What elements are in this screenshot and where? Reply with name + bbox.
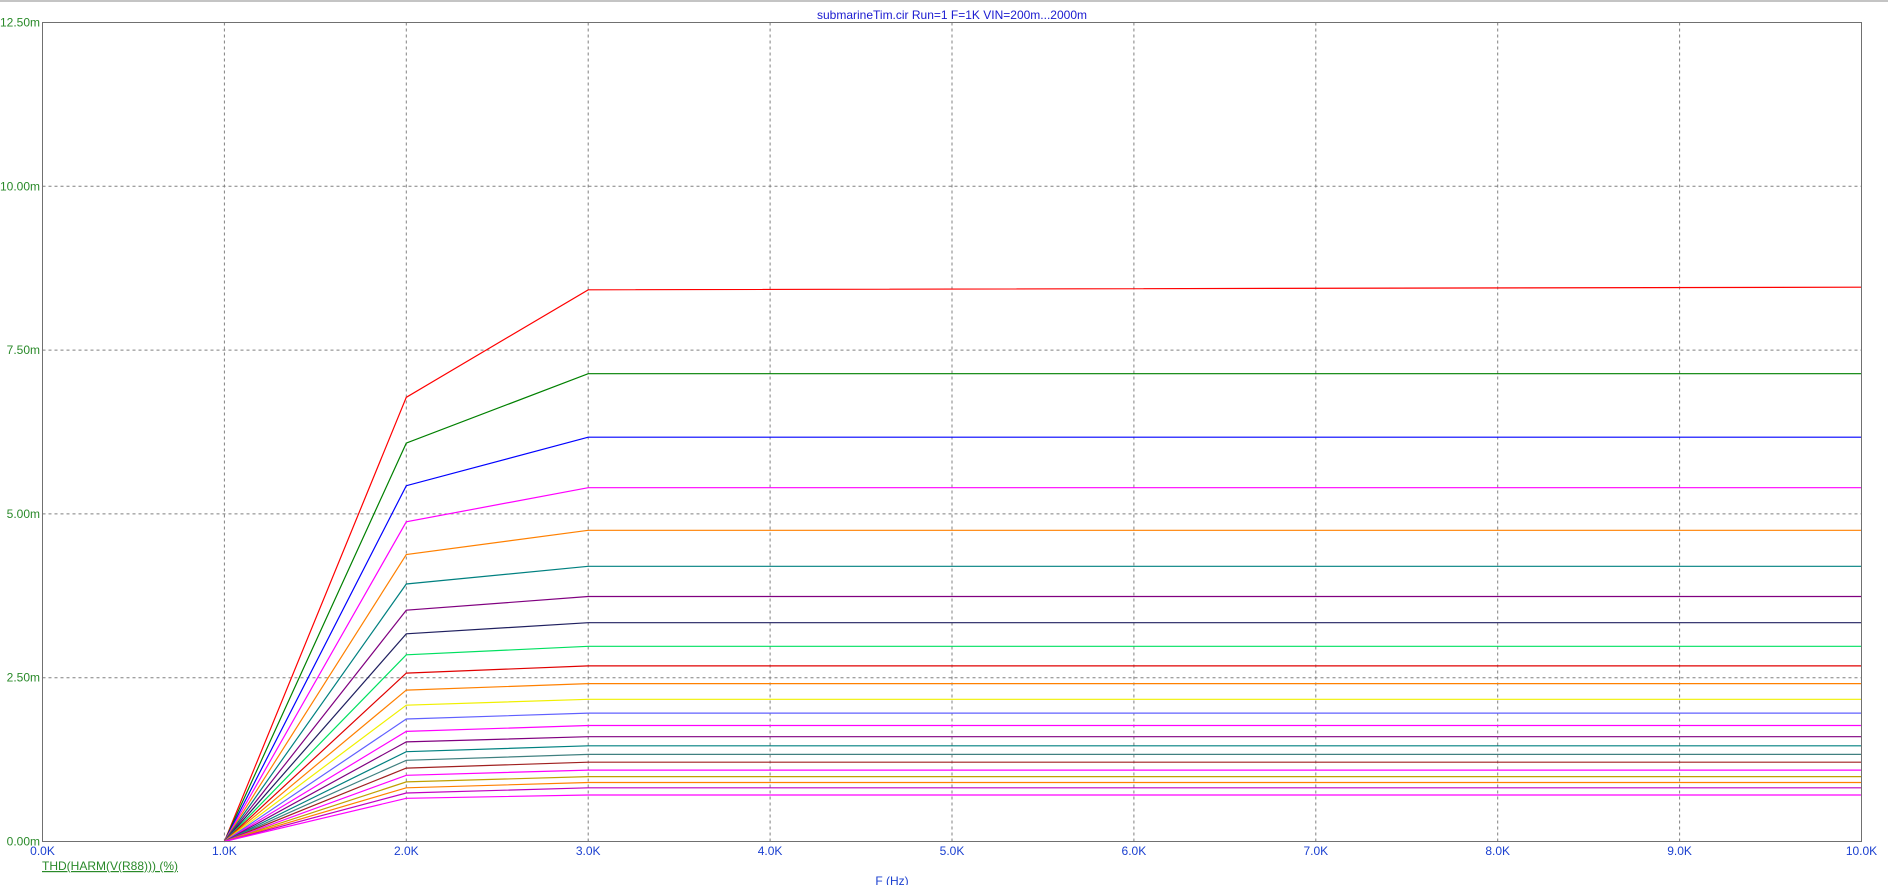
- plot-background: [0, 0, 1888, 885]
- x-tick-label: 5.0K: [940, 844, 965, 858]
- x-tick-label: 0.0K: [30, 844, 55, 858]
- y-tick-label: 5.00m: [7, 507, 40, 521]
- chart-title: submarineTim.cir Run=1 F=1K VIN=200m...2…: [817, 8, 1087, 22]
- x-tick-label: 3.0K: [576, 844, 601, 858]
- x-tick-label: 9.0K: [1667, 844, 1692, 858]
- y-tick-label: 7.50m: [7, 343, 40, 357]
- y-tick-label: 2.50m: [7, 671, 40, 685]
- y-axis-label[interactable]: THD(HARM(V(R88))) (%): [42, 859, 178, 873]
- x-tick-label: 6.0K: [1122, 844, 1147, 858]
- x-tick-label: 8.0K: [1485, 844, 1510, 858]
- y-tick-label: 10.00m: [0, 179, 40, 193]
- x-tick-label: 10.0K: [1846, 844, 1877, 858]
- x-tick-label: 2.0K: [394, 844, 419, 858]
- thd-plot: 0.00m2.50m5.00m7.50m10.00m12.50m 0.0K 1.0…: [0, 0, 1888, 885]
- x-tick-label: 4.0K: [758, 844, 783, 858]
- x-tick-label: 1.0K: [212, 844, 237, 858]
- x-tick-label: 7.0K: [1303, 844, 1328, 858]
- x-axis-label: F (Hz): [875, 874, 908, 885]
- y-tick-label: 12.50m: [0, 16, 40, 30]
